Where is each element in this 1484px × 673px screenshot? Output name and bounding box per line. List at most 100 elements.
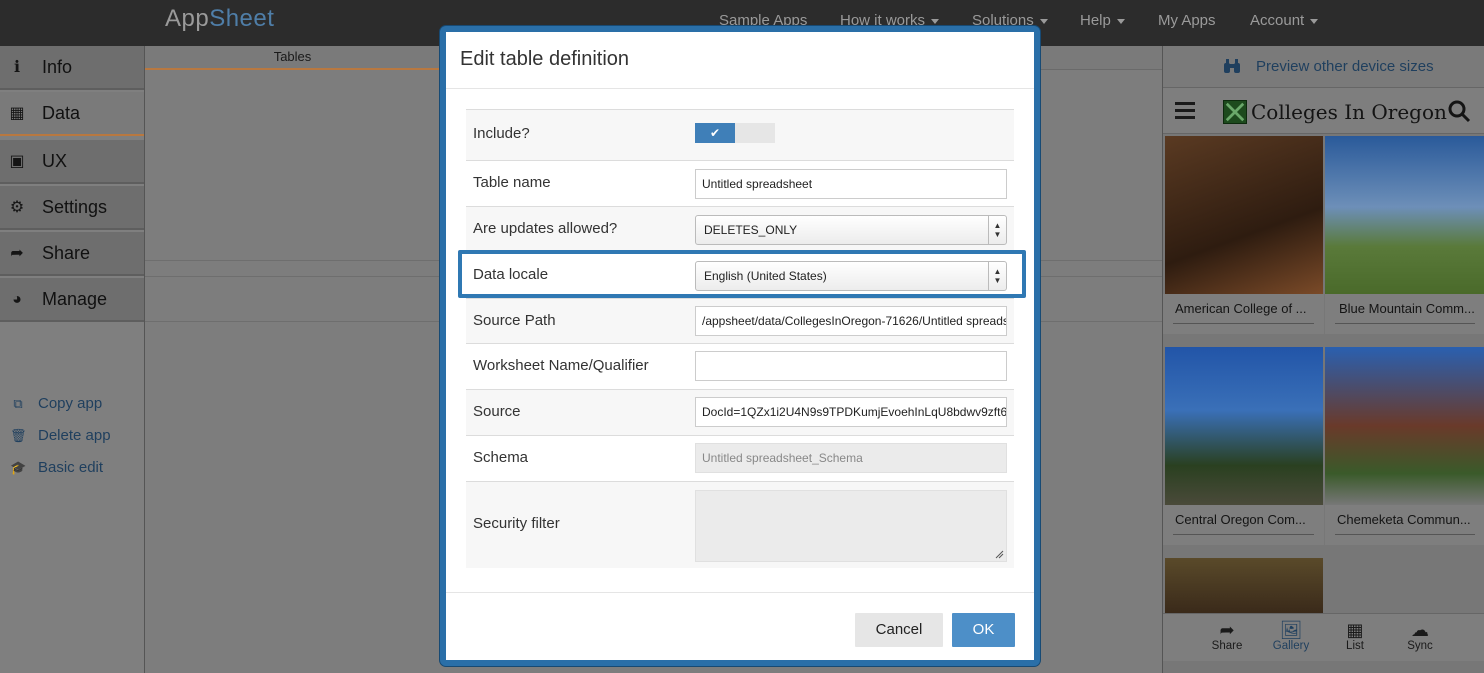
nav-label: List <box>1346 640 1364 652</box>
dashboard-icon: ◕ <box>12 291 22 308</box>
form-row-table-name: Table name Untitled spreadsheet <box>466 160 1014 206</box>
source-value: DocId=1QZx1i2U4N9s9TPDKumjEvoehInLqU8bdw… <box>702 405 1007 419</box>
gallery-image[interactable] <box>1325 347 1484 505</box>
preview-device-sizes-link[interactable]: Preview other device sizes <box>1256 58 1434 75</box>
logo-sheet-text: Sheet <box>209 5 275 32</box>
gallery-image[interactable] <box>1325 136 1484 294</box>
gallery-caption[interactable]: Chemeketa Commun... <box>1325 505 1484 545</box>
nav-share[interactable]: ➦ Share <box>1197 620 1257 652</box>
menu-icon[interactable] <box>1175 102 1195 119</box>
image-icon: ▣ <box>9 153 25 170</box>
share-icon: ➦ <box>10 245 24 262</box>
sidebar-item-label: Manage <box>42 289 108 309</box>
updates-select[interactable]: DELETES_ONLY ▲ ▼ <box>695 215 1007 245</box>
table-icon: ▦ <box>9 105 25 122</box>
resize-grip-icon[interactable] <box>994 549 1004 559</box>
basic-edit-link[interactable]: 🎓 Basic edit <box>10 459 103 476</box>
table-name-value: Untitled spreadsheet <box>702 177 813 191</box>
dialog-header: Edit table definition <box>446 32 1034 89</box>
share-icon: ➦ <box>1219 620 1235 640</box>
graduation-cap-icon: 🎓 <box>10 460 27 475</box>
field-label: Schema <box>473 449 529 466</box>
nav-sync[interactable]: ☁ Sync <box>1390 620 1450 652</box>
nav-gallery[interactable]: 🖼 Gallery <box>1261 620 1321 652</box>
gallery-icon: 🖼 <box>1279 620 1303 640</box>
sidebar-item-info[interactable]: ℹ Info <box>0 46 144 90</box>
gallery-caption-text: Blue Mountain Comm... <box>1339 301 1475 316</box>
nav-label: Sync <box>1407 640 1433 652</box>
form-row-security-filter: Security filter <box>466 481 1014 568</box>
nav-list[interactable]: ▦ List <box>1325 620 1385 652</box>
nav-help[interactable]: Help <box>1080 12 1125 29</box>
form-row-schema: Schema Untitled spreadsheet_Schema <box>466 435 1014 481</box>
sidebar-item-data[interactable]: ▦ Data <box>0 92 144 136</box>
select-arrows-icon: ▲ ▼ <box>988 216 1006 244</box>
sidebar-item-label: Info <box>42 57 73 77</box>
sidebar-item-label: Share <box>42 243 91 263</box>
delete-app-link[interactable]: 🗑 Delete app <box>10 427 111 444</box>
form-row-source: Source DocId=1QZx1i2U4N9s9TPDKumjEvoehIn… <box>466 389 1014 435</box>
tab-label: Tables <box>273 49 312 64</box>
source-input[interactable]: DocId=1QZx1i2U4N9s9TPDKumjEvoehInLqU8bdw… <box>695 397 1007 427</box>
gallery-image[interactable] <box>1165 558 1323 613</box>
form-row-source-path: Source Path /appsheet/data/CollegesInOre… <box>466 298 1014 343</box>
source-path-input[interactable]: /appsheet/data/CollegesInOregon-71626/Un… <box>695 306 1007 336</box>
form-row-updates: Are updates allowed? DELETES_ONLY ▲ ▼ <box>466 206 1014 252</box>
worksheet-input[interactable] <box>695 351 1007 381</box>
appsheet-logo[interactable]: AppSheet <box>165 5 274 33</box>
updates-value: DELETES_ONLY <box>704 223 798 237</box>
preview-app-title: Colleges In Oregon <box>1251 100 1447 124</box>
nav-account[interactable]: Account <box>1250 12 1319 29</box>
logo-app-text: App <box>165 5 210 32</box>
gallery-image[interactable] <box>1165 347 1323 505</box>
field-label: Worksheet Name/Qualifier <box>473 357 649 374</box>
edit-table-dialog: Edit table definition Include? ✔ Table n… <box>440 26 1040 666</box>
field-label: Source <box>473 403 521 420</box>
cloud-icon: ☁ <box>1411 620 1429 640</box>
nav-label: Help <box>1080 12 1111 29</box>
preview-app-header: Colleges In Oregon <box>1163 88 1484 134</box>
sidebar-item-label: UX <box>42 151 68 171</box>
gallery-caption[interactable]: Central Oregon Com... <box>1163 505 1324 545</box>
sidebar-item-manage[interactable]: ◕ Manage <box>0 278 144 322</box>
nav-label: My Apps <box>1158 12 1216 29</box>
sidebar-item-share[interactable]: ➦ Share <box>0 232 144 276</box>
copy-app-link[interactable]: ⧉ Copy app <box>10 395 102 412</box>
sidebar-item-settings[interactable]: ⚙ Settings <box>0 186 144 230</box>
list-icon: ▦ <box>1346 620 1364 640</box>
gallery-image[interactable] <box>1165 136 1323 294</box>
sidebar-item-ux[interactable]: ▣ UX <box>0 140 144 184</box>
sidebar-item-label: Settings <box>42 197 108 217</box>
cancel-button[interactable]: Cancel <box>855 613 943 647</box>
gallery-caption-text: American College of ... <box>1175 301 1307 316</box>
include-toggle[interactable]: ✔ <box>695 123 775 143</box>
table-name-input[interactable]: Untitled spreadsheet <box>695 169 1007 199</box>
form-row-worksheet: Worksheet Name/Qualifier <box>466 343 1014 389</box>
gallery-caption[interactable]: Blue Mountain Comm... <box>1325 294 1484 334</box>
nav-label: Account <box>1250 12 1305 29</box>
tab-tables[interactable]: Tables <box>145 46 440 70</box>
ok-label: OK <box>972 621 995 638</box>
field-label: Source Path <box>473 312 556 329</box>
search-icon[interactable] <box>1447 99 1471 123</box>
nav-label: Gallery <box>1272 640 1310 652</box>
nav-my-apps[interactable]: My Apps <box>1158 12 1216 29</box>
nav-label: Share <box>1211 640 1243 652</box>
schema-input: Untitled spreadsheet_Schema <box>695 443 1007 473</box>
binoculars-icon <box>1224 59 1240 73</box>
app-logo-icon <box>1223 100 1247 124</box>
security-filter-textarea[interactable] <box>695 490 1007 562</box>
info-icon: ℹ <box>13 59 21 76</box>
preview-bottom-nav: ➦ Share 🖼 Gallery ▦ List ☁ Sync <box>1163 613 1484 661</box>
link-label: Basic edit <box>38 459 104 476</box>
ok-button[interactable]: OK <box>952 613 1015 647</box>
gallery-caption[interactable]: American College of ... <box>1163 294 1324 334</box>
caret-down-icon <box>1039 18 1048 24</box>
form-row-locale: Data locale English (United States) ▲ ▼ <box>458 250 1026 298</box>
link-label: Copy app <box>38 395 103 412</box>
dialog-title: Edit table definition <box>460 48 630 70</box>
field-label: Security filter <box>473 515 560 532</box>
check-icon: ✔ <box>695 123 735 143</box>
gear-icon: ⚙ <box>9 199 25 216</box>
dialog-footer: Cancel OK <box>446 592 1034 660</box>
